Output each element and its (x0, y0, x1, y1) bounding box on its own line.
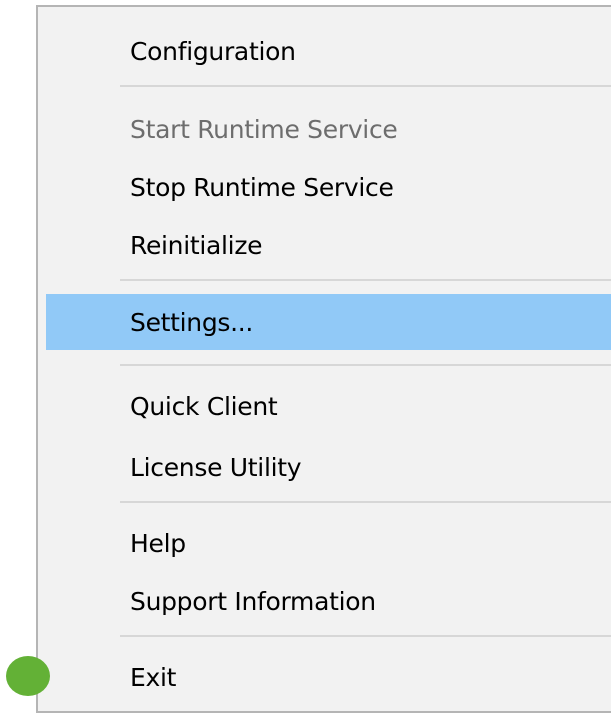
context-menu: Configuration Start Runtime Service Stop… (36, 5, 611, 713)
menu-item-exit[interactable]: Exit (46, 649, 611, 705)
menu-item-support-information[interactable]: Support Information (46, 573, 611, 629)
menu-item-configuration[interactable]: Configuration (46, 23, 611, 79)
menu-item-settings[interactable]: Settings... (46, 294, 611, 350)
menu-item-stop-runtime-service[interactable]: Stop Runtime Service (46, 159, 611, 215)
menu-separator (120, 279, 611, 281)
menu-item-license-utility[interactable]: License Utility (46, 439, 611, 495)
menu-separator (120, 501, 611, 503)
menu-separator (120, 85, 611, 87)
green-status-dot-icon[interactable] (6, 656, 50, 696)
menu-item-reinitialize[interactable]: Reinitialize (46, 217, 611, 273)
menu-separator (120, 635, 611, 637)
menu-item-quick-client[interactable]: Quick Client (46, 378, 611, 434)
menu-item-start-runtime-service: Start Runtime Service (130, 114, 398, 144)
menu-separator (120, 364, 611, 366)
menu-item-help[interactable]: Help (46, 515, 611, 571)
